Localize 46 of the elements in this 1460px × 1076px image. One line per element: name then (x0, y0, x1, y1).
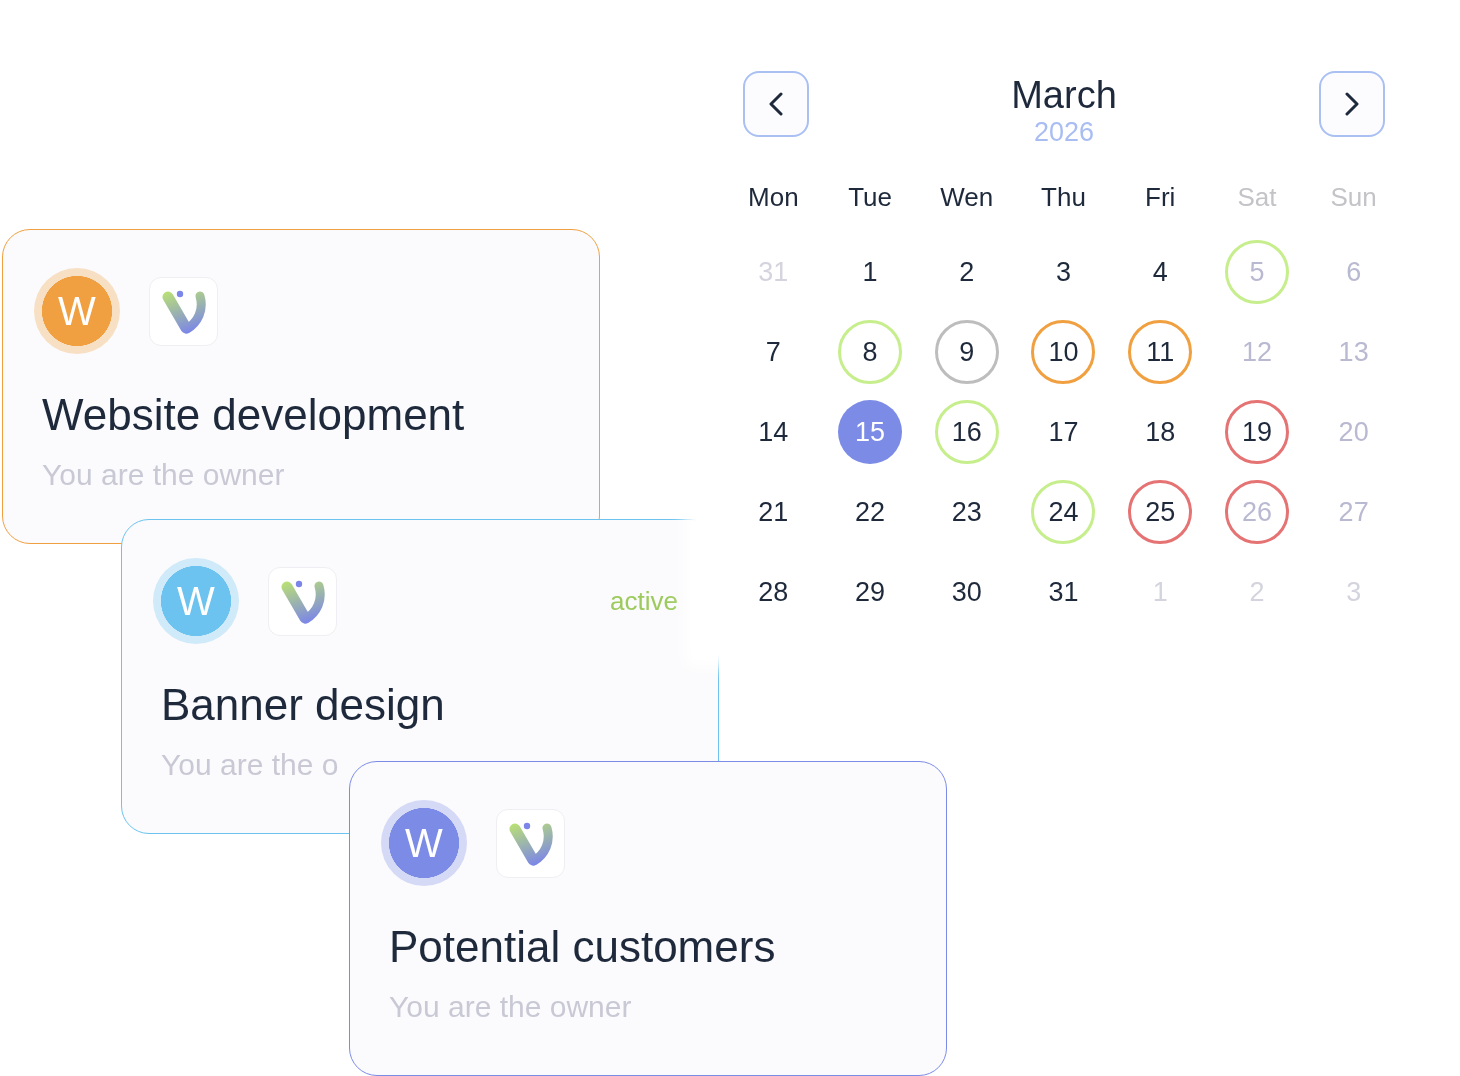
calendar-day[interactable]: 7 (765, 338, 781, 366)
calendar-day[interactable]: 22 (855, 498, 886, 526)
calendar-day[interactable]: 28 (758, 578, 789, 606)
calendar-day[interactable]: 10 (1031, 320, 1096, 384)
calendar-day[interactable]: 4 (1152, 258, 1168, 286)
avatar: W (381, 800, 467, 886)
calendar-day[interactable]: 17 (1048, 418, 1079, 446)
calendar-day[interactable]: 9 (934, 320, 999, 384)
calendar-day[interactable]: 21 (758, 498, 789, 526)
calendar-day[interactable]: 23 (951, 498, 982, 526)
calendar-day[interactable]: 8 (838, 320, 903, 384)
calendar-day[interactable]: 18 (1145, 418, 1176, 446)
weekday-label: Fri (1145, 182, 1176, 212)
avatar: W (34, 268, 120, 354)
previous-month-button[interactable] (743, 71, 809, 137)
calendar-day[interactable]: 11 (1128, 320, 1193, 384)
calendar-day[interactable]: 25 (1128, 480, 1193, 544)
calendar-day[interactable]: 1 (862, 258, 878, 286)
calendar-day[interactable]: 3 (1055, 258, 1071, 286)
calendar-day[interactable]: 19 (1224, 400, 1289, 464)
calendar-day[interactable]: 30 (951, 578, 982, 606)
project-title: Potential customers (389, 921, 776, 973)
avatar: W (153, 558, 239, 644)
year-label: 2026 (1033, 117, 1095, 147)
weekday-label: Thu (1041, 182, 1086, 212)
calendar-day[interactable]: 2 (959, 258, 975, 286)
calendar-day[interactable]: 24 (1031, 480, 1096, 544)
status-label: active (610, 586, 678, 616)
next-month-button[interactable] (1319, 71, 1385, 137)
v-logo-icon (268, 566, 337, 636)
weekday-label: Mon (748, 182, 799, 212)
weekday-label: Wen (940, 182, 994, 212)
month-title: March (1011, 73, 1117, 117)
project-title: Banner design (161, 679, 445, 731)
calendar-day[interactable]: 14 (758, 418, 789, 446)
calendar-day[interactable]: 16 (934, 400, 999, 464)
v-logo-icon (149, 276, 218, 346)
weekday-label: Sat (1237, 182, 1277, 212)
weekday-label: Sun (1330, 182, 1377, 212)
chevron-left-icon (769, 92, 783, 116)
weekday-label: Tue (848, 182, 892, 212)
project-title: Website development (42, 389, 465, 441)
calendar-day[interactable]: 31 (1048, 578, 1079, 606)
chevron-right-icon (1345, 92, 1359, 116)
v-logo-icon (496, 808, 565, 878)
calendar-day[interactable]: 29 (855, 578, 886, 606)
